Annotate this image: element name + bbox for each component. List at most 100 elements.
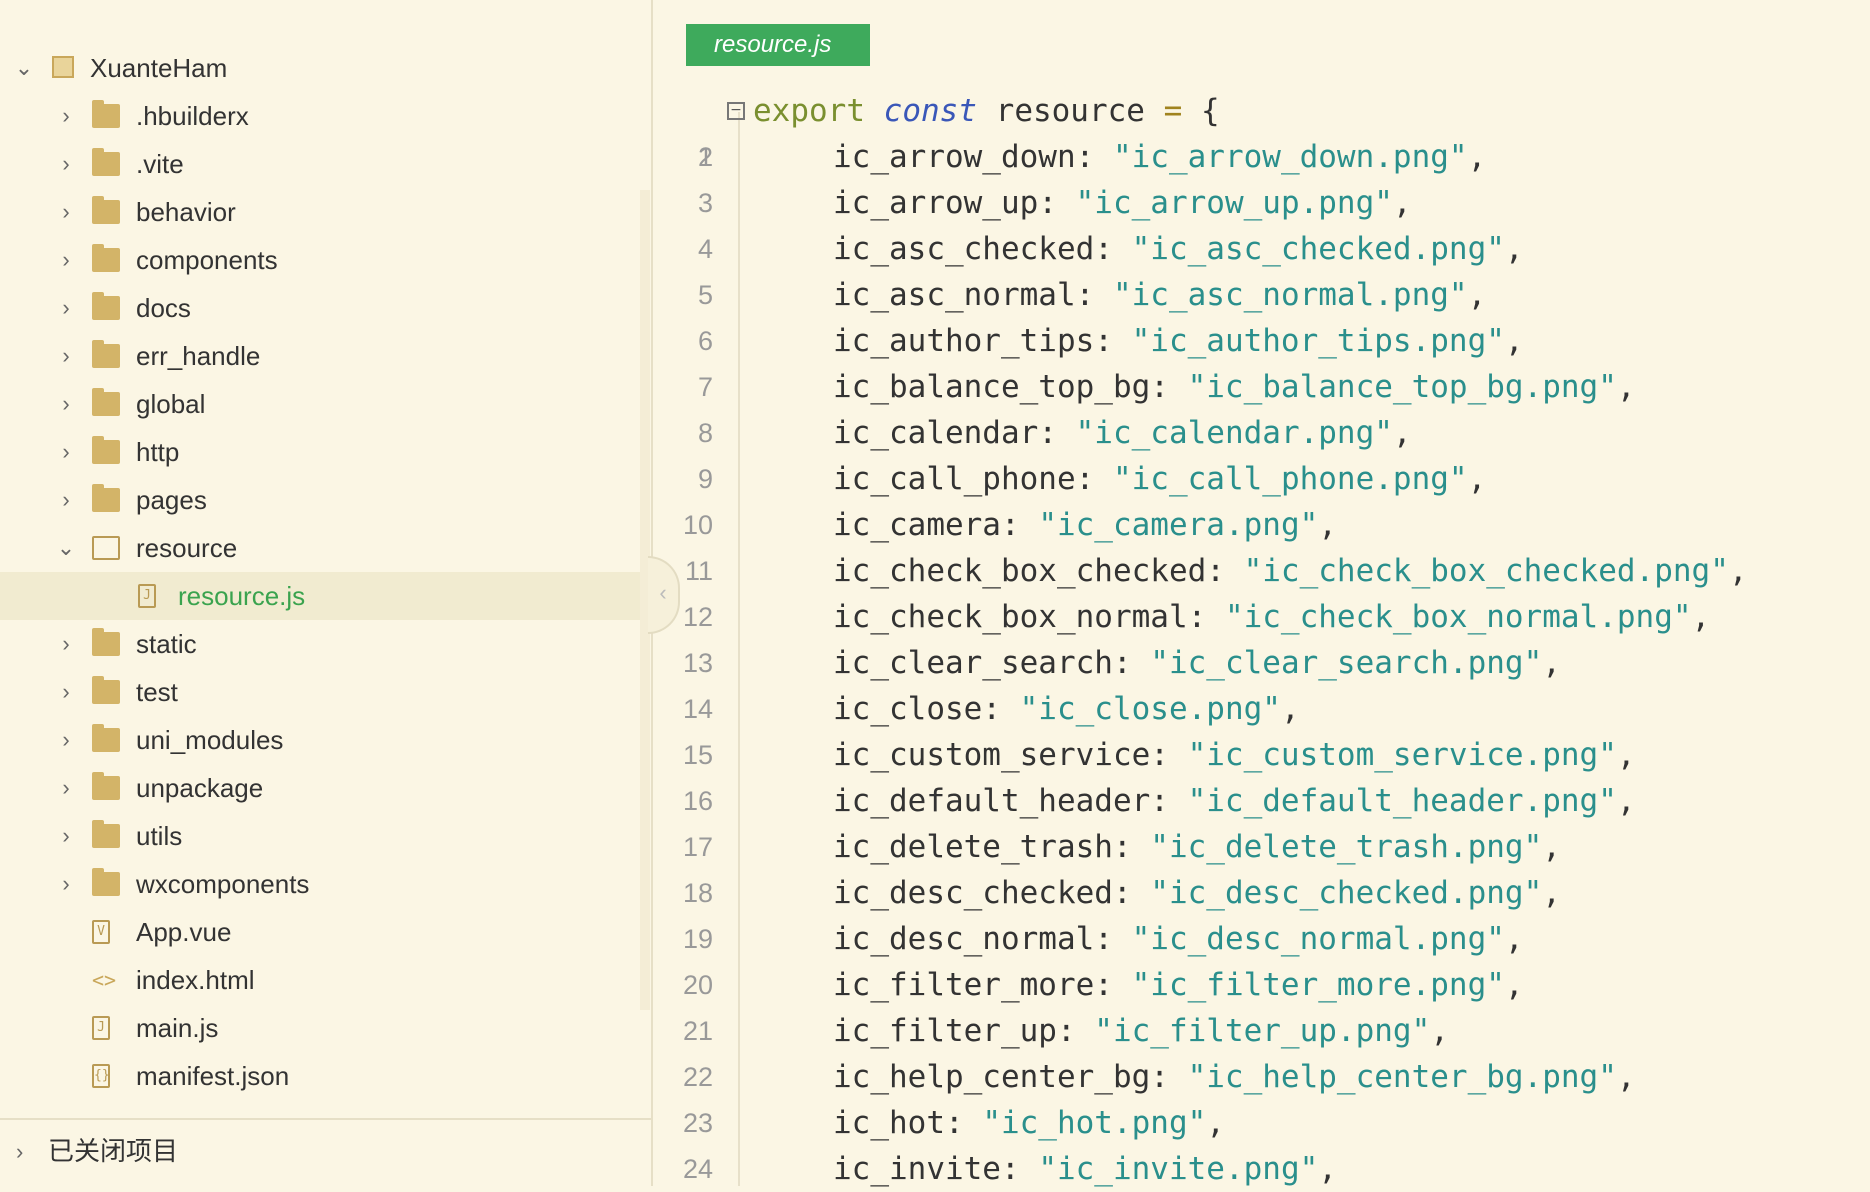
folder-icon	[92, 676, 120, 704]
tree-item[interactable]: Jresource.js	[0, 572, 640, 620]
line-number: 11	[684, 556, 713, 586]
tree-item[interactable]: › .hbuilderx	[0, 92, 640, 140]
code-text: ic_author_tips: "ic_author_tips.png",	[833, 323, 1524, 359]
code-line: 20 ic_filter_more: "ic_filter_more.png",	[653, 962, 1870, 1008]
chevron-right-icon[interactable]: ›	[54, 812, 78, 860]
tree-item[interactable]: › docs	[0, 284, 640, 332]
tree-item[interactable]: ⌄ resource	[0, 524, 640, 572]
code-line: 12 ic_check_box_normal: "ic_check_box_nor…	[653, 594, 1870, 640]
line-number: 18	[682, 878, 713, 908]
chevron-down-icon[interactable]: ⌄	[12, 44, 36, 92]
tree-item[interactable]: Jmain.js	[0, 1004, 640, 1052]
folder-icon	[92, 292, 120, 320]
tree-item[interactable]: › unpackage	[0, 764, 640, 812]
chevron-right-icon[interactable]: ›	[54, 476, 78, 524]
chevron-right-icon[interactable]: ›	[54, 620, 78, 668]
code-line: 16 ic_default_header: "ic_default_header.…	[653, 778, 1870, 824]
line-number: 5	[697, 280, 713, 310]
tree-item-label: manifest.json	[136, 1061, 290, 1091]
tree-item-label: behavior	[136, 197, 236, 227]
code-line: 18 ic_desc_checked: "ic_desc_checked.png"…	[653, 870, 1870, 916]
tree-item-label: main.js	[136, 1013, 219, 1043]
chevron-right-icon[interactable]: ›	[54, 284, 78, 332]
tree-item-label: pages	[136, 485, 207, 515]
chevron-right-icon[interactable]: ›	[54, 860, 78, 908]
project-name: XuanteHam	[90, 53, 228, 83]
tree-item[interactable]: › http	[0, 428, 640, 476]
code-editor[interactable]: resource.js 1 − export const resource = …	[653, 0, 1870, 1187]
code-text: ic_default_header: "ic_default_header.pn…	[833, 783, 1636, 819]
chevron-down-icon[interactable]: ⌄	[54, 524, 78, 572]
line-number: 2	[697, 142, 713, 172]
code-text: ic_balance_top_bg: "ic_balance_top_bg.pn…	[833, 369, 1636, 405]
code-text: ic_camera: "ic_camera.png",	[833, 507, 1337, 543]
tree-item-label: static	[136, 629, 197, 659]
file-explorer: ⌄ XuanteHam › .hbuilderx › .vite › behavior › c…	[0, 0, 653, 1186]
fold-toggle-icon[interactable]: −	[727, 102, 745, 120]
code-text: ic_filter_up: "ic_filter_up.png",	[833, 1013, 1449, 1049]
tree-item[interactable]: › utils	[0, 812, 640, 860]
line-number: 24	[682, 1154, 713, 1184]
code-text: ic_calendar: "ic_calendar.png",	[833, 415, 1412, 451]
code-text: ic_filter_more: "ic_filter_more.png",	[833, 967, 1524, 1003]
chevron-right-icon[interactable]: ›	[54, 92, 78, 140]
tree-item[interactable]: › pages	[0, 476, 640, 524]
tree-item-label: wxcomponents	[136, 869, 310, 899]
vue-file-icon: V	[92, 920, 110, 944]
chevron-right-icon[interactable]: ›	[54, 668, 78, 716]
chevron-right-icon[interactable]: ›	[54, 716, 78, 764]
closed-projects-section[interactable]: › 已关闭项目	[0, 1118, 651, 1186]
tree-item[interactable]: › components	[0, 236, 640, 284]
code-text: ic_call_phone: "ic_call_phone.png",	[833, 461, 1487, 497]
tree-item[interactable]: › .vite	[0, 140, 640, 188]
line-number: 20	[682, 970, 713, 1000]
tree-item[interactable]: › test	[0, 668, 640, 716]
chevron-right-icon[interactable]: ›	[54, 332, 78, 380]
tree-item-label: docs	[136, 293, 191, 323]
line-number: 9	[697, 464, 713, 494]
tab-resource-js[interactable]: resource.js	[686, 24, 870, 66]
tree-item[interactable]: › global	[0, 380, 640, 428]
tree-item[interactable]: › uni_modules	[0, 716, 640, 764]
folder-icon	[92, 340, 120, 368]
code-text: ic_custom_service: "ic_custom_service.pn…	[833, 737, 1636, 773]
code-line: 9 ic_call_phone: "ic_call_phone.png",	[653, 456, 1870, 502]
code-text: ic_check_box_checked: "ic_check_box_chec…	[833, 553, 1748, 589]
line-number: 6	[697, 326, 713, 356]
tree-item[interactable]: › err_handle	[0, 332, 640, 380]
chevron-right-icon[interactable]: ›	[54, 428, 78, 476]
tree-item[interactable]: V App.vue	[0, 908, 640, 956]
folder-icon	[92, 724, 120, 752]
folder-icon	[92, 484, 120, 512]
code-text: ic_hot: "ic_hot.png",	[833, 1105, 1225, 1141]
code-text: ic_asc_checked: "ic_asc_checked.png",	[833, 231, 1524, 267]
folder-icon	[92, 100, 120, 128]
project-icon	[52, 56, 74, 78]
line-number: 8	[697, 418, 713, 448]
tree-item[interactable]: › behavior	[0, 188, 640, 236]
tree-item[interactable]: <> index.html	[0, 956, 640, 1004]
line-number: 19	[682, 924, 713, 954]
tree-item-label: http	[136, 437, 180, 467]
folder-open-icon	[92, 536, 120, 560]
chevron-right-icon[interactable]: ›	[54, 140, 78, 188]
chevron-right-icon[interactable]: ›	[54, 380, 78, 428]
tree-item-label: index.html	[136, 965, 255, 995]
tree-item[interactable]: › wxcomponents	[0, 860, 640, 908]
tree-item-project[interactable]: ⌄ XuanteHam	[0, 44, 640, 92]
code-text: ic_check_box_normal: "ic_check_box_norma…	[833, 599, 1711, 635]
js-file-icon: J	[92, 1016, 110, 1040]
code-area[interactable]: 1 − export const resource = { 2 ic_arrow_…	[653, 88, 1870, 1192]
code-text: ic_arrow_up: "ic_arrow_up.png",	[833, 185, 1412, 221]
folder-icon	[92, 436, 120, 464]
line-number: 10	[682, 510, 713, 540]
chevron-right-icon[interactable]: ›	[54, 236, 78, 284]
line-number: 14	[682, 694, 713, 724]
folder-icon	[92, 244, 120, 272]
line-number: 23	[682, 1108, 713, 1138]
chevron-right-icon[interactable]: ›	[54, 188, 78, 236]
tree-item[interactable]: › static	[0, 620, 640, 668]
tree-item[interactable]: {} manifest.json	[0, 1052, 640, 1100]
code-text: ic_arrow_down: "ic_arrow_down.png",	[833, 139, 1487, 175]
chevron-right-icon[interactable]: ›	[54, 764, 78, 812]
